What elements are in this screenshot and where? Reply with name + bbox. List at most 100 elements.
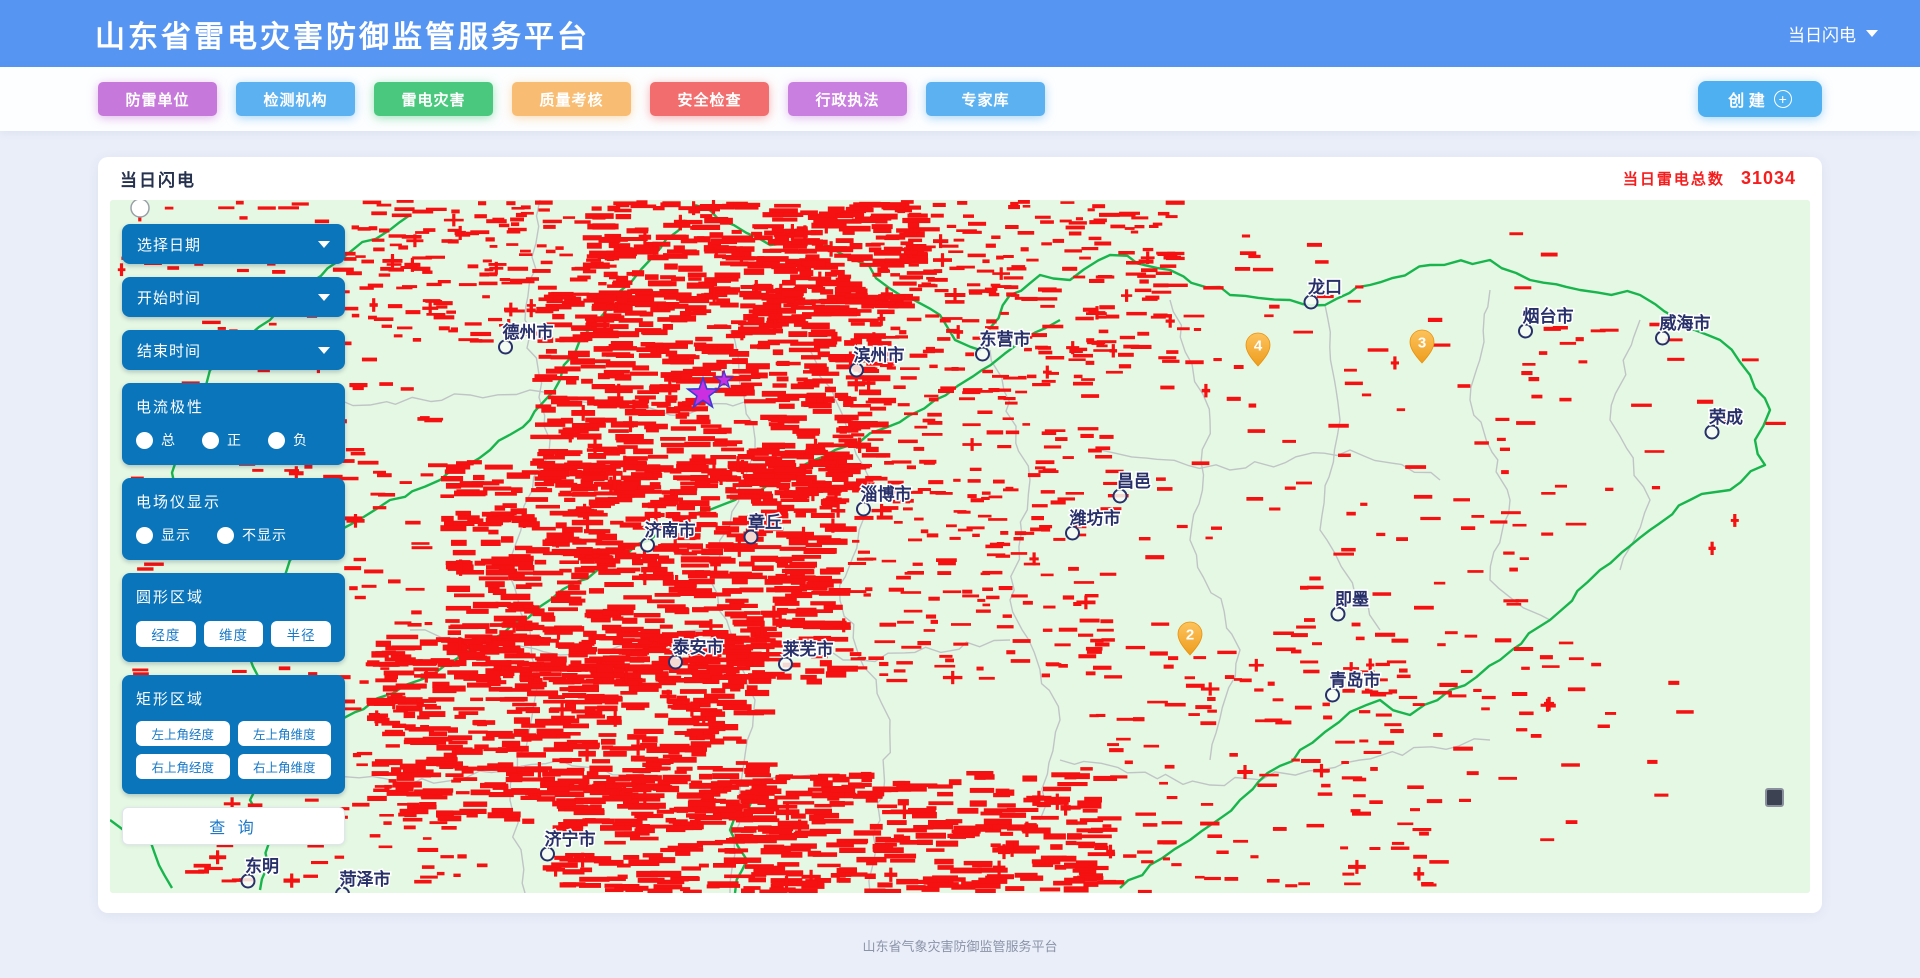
polarity-options: 总正负	[136, 430, 331, 450]
radio-icon	[136, 432, 153, 449]
svg-text:4: 4	[1254, 338, 1263, 355]
total-count: 当日雷电总数 31034	[1623, 168, 1796, 189]
polarity-box: 电流极性 总 正 负	[122, 383, 345, 465]
circle-area-fields: 经度维度半径	[136, 621, 331, 647]
nav-button-jiance-jigou[interactable]: 检测机构	[236, 82, 355, 116]
rect-input-0[interactable]: 左上角经度	[136, 721, 230, 746]
panel-title: 当日闪电	[120, 166, 196, 191]
svg-text:2: 2	[1186, 627, 1194, 644]
efield-option-label: 显示	[161, 525, 191, 545]
city-marker	[1519, 325, 1532, 338]
start-time-select[interactable]: 开始时间	[122, 277, 345, 317]
city-label: 即墨	[1335, 590, 1369, 609]
polarity-option-label: 负	[293, 430, 308, 450]
rect-input-1[interactable]: 左上角维度	[238, 721, 332, 746]
nav-button-fanglei-danwei[interactable]: 防雷单位	[98, 82, 217, 116]
city-label: 济南市	[645, 520, 696, 540]
app-title: 山东省雷电灾害防御监管服务平台	[95, 12, 590, 56]
city-marker	[857, 503, 870, 516]
city-label: 莱芜市	[783, 639, 834, 659]
create-button[interactable]: 创 建 +	[1698, 81, 1822, 117]
rect-area-label: 矩形区域	[136, 688, 331, 709]
city-label: 昌邑	[1117, 472, 1151, 491]
efield-option-1[interactable]: 不显示	[217, 525, 287, 545]
nav-button-anquan-jiancha[interactable]: 安全检查	[650, 82, 769, 116]
svg-text:3: 3	[1418, 335, 1426, 352]
city-marker	[779, 658, 792, 671]
city-label: 潍坊市	[1070, 508, 1121, 528]
map-canvas: 德州市滨州市东营市龙口烟台市威海市荣成淄博市昌邑潍坊市济南市章丘泰安市莱芜市即墨…	[110, 200, 1810, 893]
map-control-square[interactable]	[1765, 788, 1784, 807]
footer-text: 山东省气象灾害防御监管服务平台	[862, 936, 1057, 955]
nav-button-zhuanjia-ku[interactable]: 专家库	[926, 82, 1045, 116]
city-label: 淄博市	[861, 484, 912, 504]
end-time-select[interactable]: 结束时间	[122, 330, 345, 370]
circle-input-0[interactable]: 经度	[136, 621, 196, 647]
map-controls: 选择日期 开始时间 结束时间 电流极性 总正负 电场仪显示 显示不	[122, 224, 345, 845]
city-label: 济宁市	[545, 829, 596, 849]
chevron-down-icon	[1866, 30, 1878, 37]
rect-input-2[interactable]: 右上角经度	[136, 754, 230, 779]
city-label: 龙口	[1307, 277, 1342, 297]
end-time-label: 结束时间	[137, 340, 201, 361]
app-header: 山东省雷电灾害防御监管服务平台 当日闪电	[0, 0, 1920, 67]
radio-icon	[136, 527, 153, 544]
city-label: 东营市	[980, 329, 1031, 349]
app-footer: 山东省气象灾害防御监管服务平台	[0, 913, 1920, 978]
city-label: 荣成	[1708, 407, 1743, 427]
city-marker	[1066, 527, 1079, 540]
nav-buttons: 防雷单位检测机构雷电灾害质量考核安全检查行政执法专家库	[98, 82, 1064, 116]
radio-icon	[217, 527, 234, 544]
date-select-label: 选择日期	[137, 234, 201, 255]
query-button[interactable]: 查 询	[122, 807, 345, 845]
lightning-map[interactable]: 德州市滨州市东营市龙口烟台市威海市荣成淄博市昌邑潍坊市济南市章丘泰安市莱芜市即墨…	[110, 200, 1810, 893]
polarity-option-label: 正	[227, 430, 242, 450]
polarity-option-1[interactable]: 正	[202, 430, 242, 450]
polarity-label: 电流极性	[136, 396, 331, 417]
plus-icon: +	[1774, 90, 1792, 108]
circle-input-2[interactable]: 半径	[271, 621, 331, 647]
rect-area-fields: 左上角经度左上角维度右上角经度右上角维度	[136, 721, 331, 779]
mode-label: 当日闪电	[1788, 21, 1856, 46]
city-label: 东明	[245, 856, 279, 876]
city-marker	[641, 539, 654, 552]
create-label: 创 建	[1728, 87, 1764, 111]
polarity-option-label: 总	[161, 430, 176, 450]
city-marker	[745, 531, 758, 544]
efield-option-0[interactable]: 显示	[136, 525, 191, 545]
polarity-option-0[interactable]: 总	[136, 430, 176, 450]
nav-bar: 防雷单位检测机构雷电灾害质量考核安全检查行政执法专家库 创 建 +	[0, 67, 1920, 131]
city-marker	[1326, 689, 1339, 702]
city-marker	[499, 341, 512, 354]
city-marker	[669, 656, 682, 669]
city-marker	[850, 364, 863, 377]
efield-options: 显示 不显示	[136, 525, 331, 545]
chevron-down-icon	[318, 294, 330, 301]
city-label: 泰安市	[673, 637, 724, 657]
circle-input-1[interactable]: 维度	[204, 621, 264, 647]
chevron-down-icon	[318, 347, 330, 354]
efield-label: 电场仪显示	[136, 491, 331, 512]
nav-button-leidian-zaihai[interactable]: 雷电灾害	[374, 82, 493, 116]
nav-button-zhiliang-kaohe[interactable]: 质量考核	[512, 82, 631, 116]
city-marker	[976, 348, 989, 361]
efield-box: 电场仪显示 显示 不显示	[122, 478, 345, 560]
city-marker	[1305, 296, 1318, 309]
polarity-option-2[interactable]: 负	[268, 430, 308, 450]
total-value: 31034	[1741, 168, 1796, 189]
map-zoom-circle[interactable]	[131, 200, 149, 217]
efield-option-label: 不显示	[242, 525, 287, 545]
city-marker	[1706, 426, 1719, 439]
circle-area-label: 圆形区域	[136, 586, 331, 607]
city-marker	[541, 848, 554, 861]
city-label: 烟台市	[1523, 306, 1574, 326]
date-select[interactable]: 选择日期	[122, 224, 345, 264]
rect-input-3[interactable]: 右上角维度	[238, 754, 332, 779]
city-label: 菏泽市	[340, 869, 391, 889]
radio-icon	[268, 432, 285, 449]
city-marker	[1332, 608, 1345, 621]
mode-dropdown[interactable]: 当日闪电	[1788, 21, 1878, 46]
nav-button-xingzheng-zhifa[interactable]: 行政执法	[788, 82, 907, 116]
circle-area-box: 圆形区域 经度维度半径	[122, 573, 345, 662]
main-content: 当日闪电 当日雷电总数 31034 德州市滨州市东营市龙口烟台市威海市荣成淄博市…	[0, 131, 1920, 913]
